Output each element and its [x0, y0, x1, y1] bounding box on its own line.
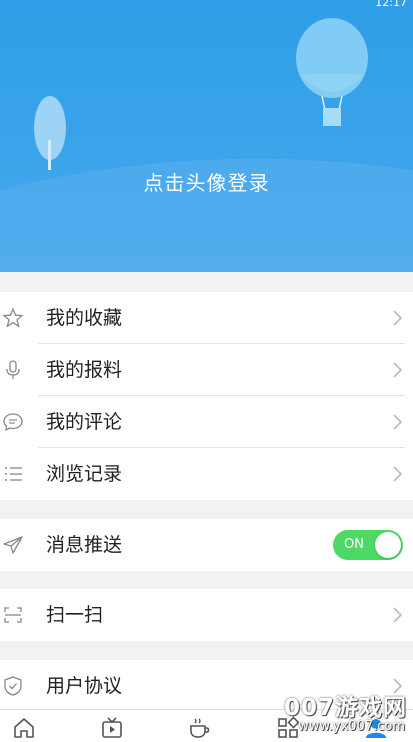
comment-icon — [3, 413, 23, 432]
menu-item-label: 用户协议 — [46, 675, 123, 697]
chevron-right-icon — [393, 466, 403, 482]
profile-header: 12:17 点击头像登录 — [0, 0, 413, 272]
send-icon — [3, 536, 23, 554]
coffee-icon[interactable] — [188, 716, 212, 740]
menu-item-history[interactable]: 浏览记录 — [0, 448, 413, 500]
toggle-state-text: ON — [344, 537, 364, 552]
tree-icon — [34, 96, 66, 170]
watermark-url: www.yx007.com — [298, 719, 405, 734]
menu-item-label: 消息推送 — [46, 534, 123, 556]
menu-item-label: 我的报料 — [46, 359, 123, 381]
menu-item-label: 扫一扫 — [46, 604, 104, 626]
watermark: 007游戏网 www.yx007.com — [279, 688, 409, 742]
menu-group-push: 消息推送 ON — [0, 519, 413, 571]
menu-group-main: 我的收藏 我的报料 我的评论 浏览记录 — [0, 292, 413, 500]
chevron-right-icon — [393, 607, 403, 623]
login-prompt[interactable]: 点击头像登录 — [0, 167, 413, 196]
toggle-knob — [375, 532, 401, 558]
microphone-icon — [6, 360, 20, 379]
header-illustration — [0, 18, 413, 272]
star-icon — [2, 307, 24, 328]
tv-icon[interactable] — [100, 716, 124, 740]
menu-item-scan[interactable]: 扫一扫 — [0, 589, 413, 641]
home-icon[interactable] — [12, 716, 36, 740]
menu-item-label: 浏览记录 — [46, 463, 123, 485]
balloon-icon — [296, 18, 368, 126]
menu-item-reports[interactable]: 我的报料 — [0, 344, 413, 396]
chevron-right-icon — [393, 362, 403, 378]
scan-icon — [4, 607, 22, 623]
shield-icon — [4, 676, 22, 696]
push-toggle[interactable]: ON — [333, 530, 403, 560]
list-icon — [5, 467, 22, 481]
menu-item-comments[interactable]: 我的评论 — [0, 396, 413, 448]
chevron-right-icon — [393, 310, 403, 326]
menu-item-push: 消息推送 ON — [0, 519, 413, 571]
menu-item-favorites[interactable]: 我的收藏 — [0, 292, 413, 344]
profile-page: 12:17 点击头像登录 我的收藏 我的报料 我的评论 浏览记录 消息推送 ON… — [0, 0, 413, 742]
menu-group-scan: 扫一扫 — [0, 589, 413, 641]
chevron-right-icon — [393, 414, 403, 430]
menu-item-label: 我的评论 — [46, 411, 123, 433]
watermark-brand: 007游戏网 — [283, 695, 407, 721]
menu-item-label: 我的收藏 — [46, 307, 123, 329]
